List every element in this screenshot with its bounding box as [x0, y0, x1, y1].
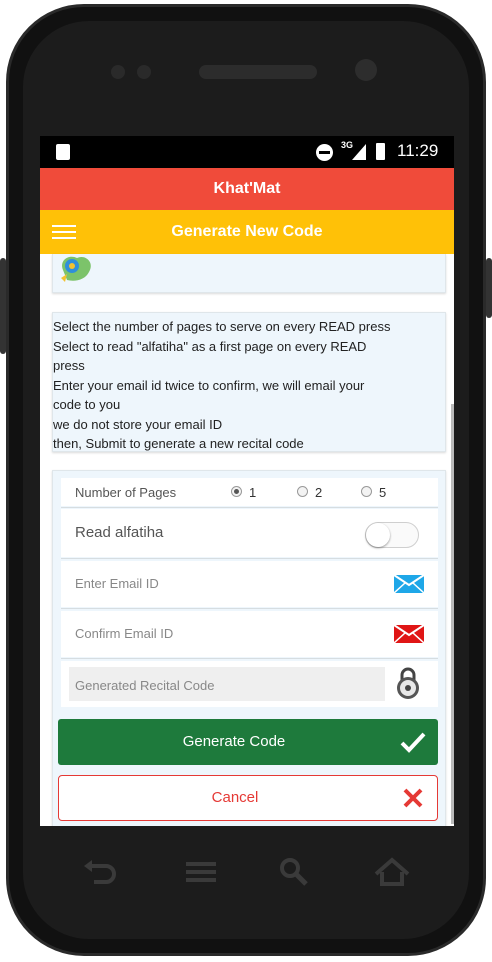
instruction-line: Select to read "alfatiha" as a first pag… — [53, 338, 367, 354]
sd-card-icon — [56, 144, 70, 160]
alfatiha-toggle[interactable] — [365, 522, 419, 548]
main-content: Select the number of pages to serve on e… — [40, 254, 454, 826]
earpiece-speaker — [199, 65, 317, 79]
divider — [61, 608, 438, 609]
envelope-red-icon — [394, 625, 424, 643]
back-icon[interactable] — [80, 852, 120, 892]
pages-row: Number of Pages 1 2 5 — [61, 478, 438, 506]
pages-label: Number of Pages — [75, 485, 177, 500]
instruction-line: we do not store your email ID — [53, 416, 223, 432]
instruction-line: press — [53, 358, 85, 373]
menu-nav-icon[interactable] — [180, 852, 220, 892]
screen: 3G 11:29 Khat'Mat Generate New Code Sele… — [40, 136, 454, 826]
lock-icon — [397, 667, 419, 699]
instruction-line: then, Submit to generate a new recital c… — [53, 436, 304, 451]
radio-unselected — [361, 486, 372, 497]
signal-icon — [352, 144, 366, 160]
radio-label: 1 — [249, 485, 257, 500]
battery-icon — [376, 143, 385, 160]
code-form: Number of Pages 1 2 5 Read alfatiha Ente… — [52, 470, 446, 826]
divider — [61, 558, 438, 559]
page-title: Generate New Code — [171, 223, 323, 240]
volume-button — [0, 258, 6, 354]
confirm-email-field[interactable]: Confirm Email ID — [75, 626, 173, 641]
toolbar: Generate New Code — [40, 210, 454, 254]
toggle-knob — [366, 523, 390, 547]
email-field[interactable]: Enter Email ID — [75, 576, 159, 591]
sensor — [137, 65, 151, 79]
menu-icon[interactable] — [52, 225, 76, 239]
alfatiha-label: Read alfatiha — [75, 524, 164, 541]
recital-code-placeholder: Generated Recital Code — [75, 678, 215, 693]
radio-label: 5 — [379, 485, 387, 500]
confirm-email-row: Confirm Email ID — [61, 611, 438, 657]
instruction-line: Select the number of pages to serve on e… — [53, 319, 391, 334]
sensor — [111, 65, 125, 79]
alfatiha-row: Read alfatiha — [61, 509, 438, 557]
search-icon[interactable] — [274, 852, 314, 892]
radio-label: 2 — [315, 485, 323, 500]
instruction-line: Enter your email id twice to confirm, we… — [53, 377, 365, 393]
front-camera — [355, 59, 377, 81]
email-row: Enter Email ID — [61, 561, 438, 607]
status-bar: 3G 11:29 — [40, 136, 454, 168]
radio-unselected — [297, 486, 308, 497]
code-row: Generated Recital Code — [61, 661, 438, 707]
dnd-icon — [316, 144, 333, 161]
cancel-label: Cancel — [211, 789, 259, 806]
cancel-button[interactable]: Cancel — [58, 775, 438, 821]
logo-card — [52, 254, 446, 293]
power-button — [486, 258, 492, 318]
instructions-card: Select the number of pages to serve on e… — [52, 312, 446, 452]
envelope-blue-icon — [394, 575, 424, 593]
divider — [61, 507, 438, 508]
check-icon — [400, 732, 426, 753]
hardware-nav-bar — [60, 852, 432, 896]
clock: 11:29 — [397, 141, 439, 160]
recital-code-field[interactable]: Generated Recital Code — [69, 667, 385, 701]
divider — [61, 658, 438, 659]
generate-code-button[interactable]: Generate Code — [58, 719, 438, 765]
generate-code-label: Generate Code — [182, 733, 286, 750]
home-icon[interactable] — [372, 852, 412, 892]
radio-selected — [231, 486, 242, 497]
app-title: Khat'Mat — [40, 168, 454, 210]
app-logo — [61, 256, 91, 282]
close-icon — [403, 788, 423, 808]
scrollbar[interactable] — [451, 404, 454, 824]
instruction-line: code to you — [53, 397, 121, 412]
